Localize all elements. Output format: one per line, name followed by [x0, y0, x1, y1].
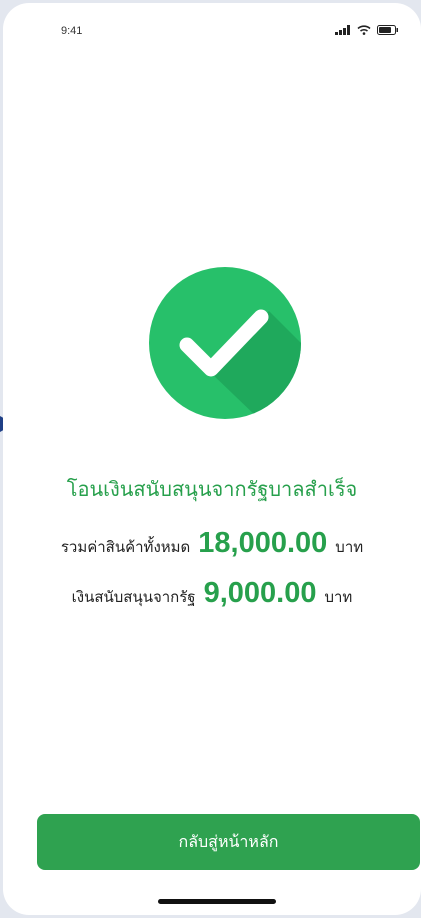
signal-icon — [335, 25, 350, 35]
home-indicator — [158, 899, 276, 904]
subsidy-unit: บาท — [324, 589, 353, 606]
subsidy-label: เงินสนับสนุนจากรัฐ — [71, 589, 196, 606]
status-icons — [335, 25, 399, 35]
total-summary: รวมค่าสินค้าทั้งหมด 18,000.00 บาท — [3, 527, 421, 560]
total-amount: 18,000.00 — [198, 527, 328, 559]
status-time: 9:41 — [61, 25, 83, 37]
subsidy-amount: 9,000.00 — [203, 577, 317, 609]
back-to-home-button[interactable]: กลับสู่หน้าหลัก — [37, 814, 420, 870]
success-title: โอนเงินสนับสนุนจากรัฐบาลสำเร็จ — [66, 479, 358, 501]
total-label: รวมค่าสินค้าทั้งหมด — [60, 539, 191, 556]
screen: 9:41 โอนเงินสนับสนุนจากรัฐบาลสำเร็จ รวมค… — [0, 0, 421, 918]
total-unit: บาท — [335, 539, 364, 556]
phone-frame: 9:41 โอนเงินสนับสนุนจากรัฐบาลสำเร็จ รวมค… — [3, 3, 421, 915]
subsidy-summary: เงินสนับสนุนจากรัฐ 9,000.00 บาท — [3, 577, 421, 610]
battery-icon — [377, 25, 398, 35]
status-bar: 9:41 — [3, 3, 421, 51]
checkmark-icon — [179, 309, 301, 419]
wifi-icon — [357, 25, 371, 35]
success-circle — [149, 267, 301, 419]
